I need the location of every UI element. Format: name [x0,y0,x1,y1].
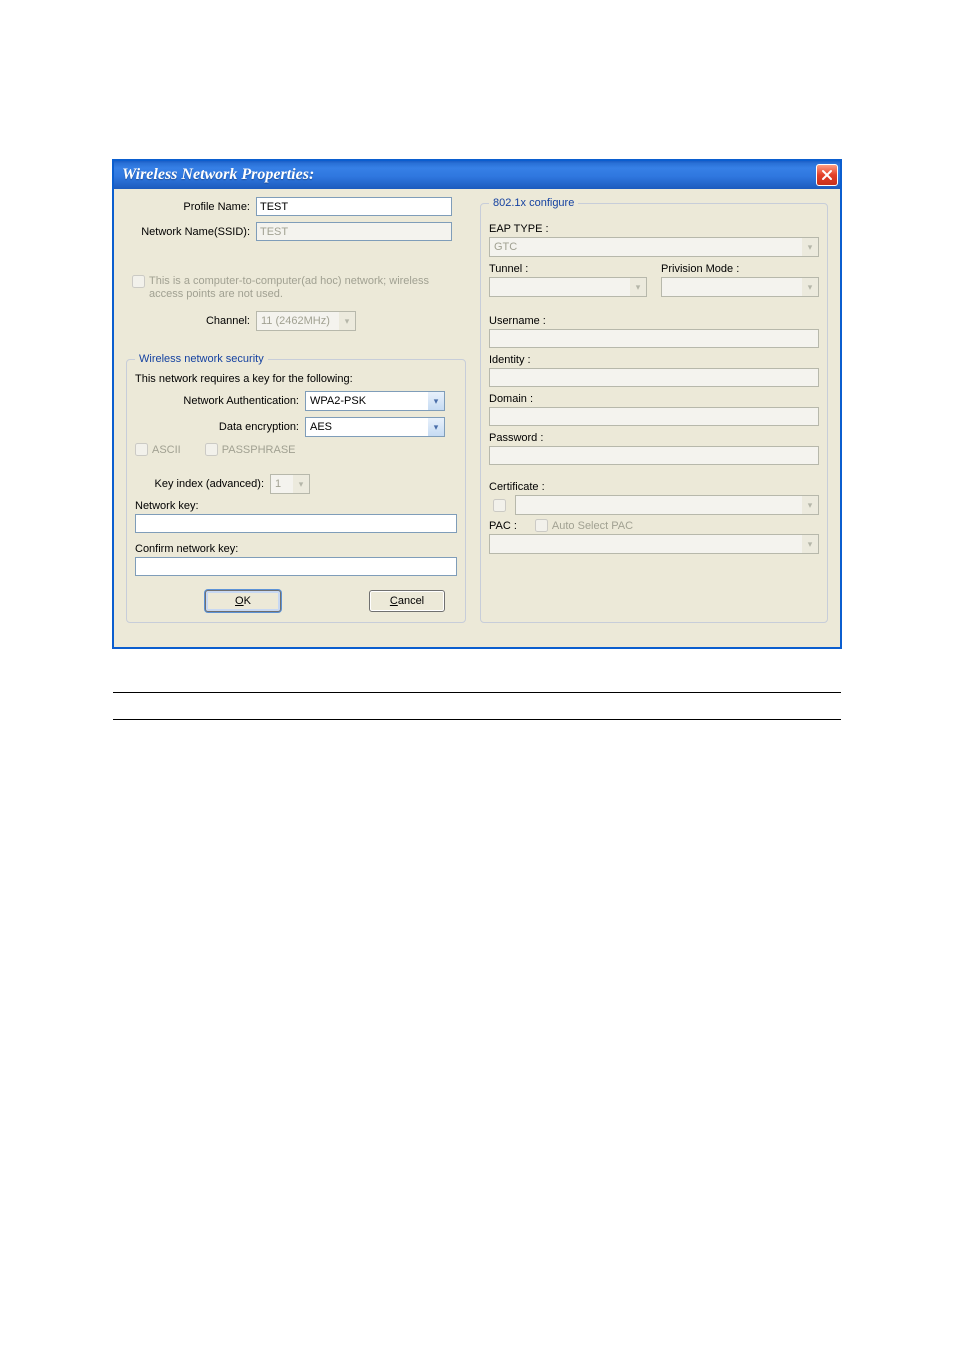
channel-label: Channel: [126,315,256,327]
ssid-label: Network Name(SSID): [126,226,256,238]
username-label: Username : [489,315,819,327]
privision-mode-label: Privision Mode : [661,263,819,275]
cancel-button[interactable]: Cancel [369,590,445,612]
eap-type-label: EAP TYPE : [489,223,819,235]
chevron-down-icon: ▾ [293,475,309,493]
auth-label: Network Authentication: [135,395,305,407]
chevron-down-icon: ▾ [802,496,818,514]
auto-select-pac-label: Auto Select PAC [552,520,633,532]
chevron-down-icon[interactable]: ▾ [428,392,444,410]
tunnel-select: ▾ [489,277,647,297]
ok-button[interactable]: OK [205,590,281,612]
channel-select: 11 (2462MHz) ▾ [256,311,356,331]
pac-label: PAC : [489,520,517,532]
horizontal-rules [113,692,841,720]
username-input [489,329,819,348]
identity-input [489,368,819,387]
confirm-key-input[interactable] [135,557,457,576]
chevron-down-icon: ▾ [802,278,818,296]
passphrase-label: PASSPHRASE [222,444,296,456]
ascii-checkbox [135,443,148,456]
eap-type-select: GTC ▾ [489,237,819,257]
dialog-title: Wireless Network Properties: [122,166,816,184]
enc-label: Data encryption: [135,421,305,433]
adhoc-label: This is a computer-to-computer(ad hoc) n… [149,275,466,301]
keyidx-label: Key index (advanced): [135,478,270,490]
auto-select-pac-checkbox [535,519,548,532]
chevron-down-icon: ▾ [802,238,818,256]
profile-name-input[interactable] [256,197,452,216]
certificate-checkbox [493,499,506,512]
ascii-label: ASCII [152,444,181,456]
auth-select[interactable]: WPA2-PSK ▾ [305,391,445,411]
identity-label: Identity : [489,354,819,366]
tunnel-label: Tunnel : [489,263,647,275]
confirm-key-label: Confirm network key: [135,543,457,555]
privision-mode-select: ▾ [661,277,819,297]
chevron-down-icon: ▾ [630,278,646,296]
domain-input [489,407,819,426]
domain-label: Domain : [489,393,819,405]
certificate-select: ▾ [515,495,819,515]
close-icon[interactable] [816,164,838,186]
ssid-input [256,222,452,241]
chevron-down-icon: ▾ [339,312,355,330]
network-key-input[interactable] [135,514,457,533]
passphrase-checkbox [205,443,218,456]
enc-select[interactable]: AES ▾ [305,417,445,437]
security-note: This network requires a key for the foll… [135,373,457,385]
password-label: Password : [489,432,819,444]
profile-name-label: Profile Name: [126,201,256,213]
chevron-down-icon: ▾ [802,535,818,553]
password-input [489,446,819,465]
8021x-group: 802.1x configure EAP TYPE : GTC ▾ Tunnel… [480,197,828,623]
wireless-network-properties-dialog: Wireless Network Properties: Profile Nam… [113,160,841,648]
keyidx-select: 1 ▾ [270,474,310,494]
wireless-security-legend: Wireless network security [135,353,268,365]
wireless-security-group: Wireless network security This network r… [126,353,466,623]
8021x-legend: 802.1x configure [489,197,578,209]
netkey-label: Network key: [135,500,457,512]
chevron-down-icon[interactable]: ▾ [428,418,444,436]
titlebar: Wireless Network Properties: [114,161,840,189]
pac-select: ▾ [489,534,819,554]
certificate-label: Certificate : [489,481,819,493]
adhoc-checkbox [132,275,145,288]
